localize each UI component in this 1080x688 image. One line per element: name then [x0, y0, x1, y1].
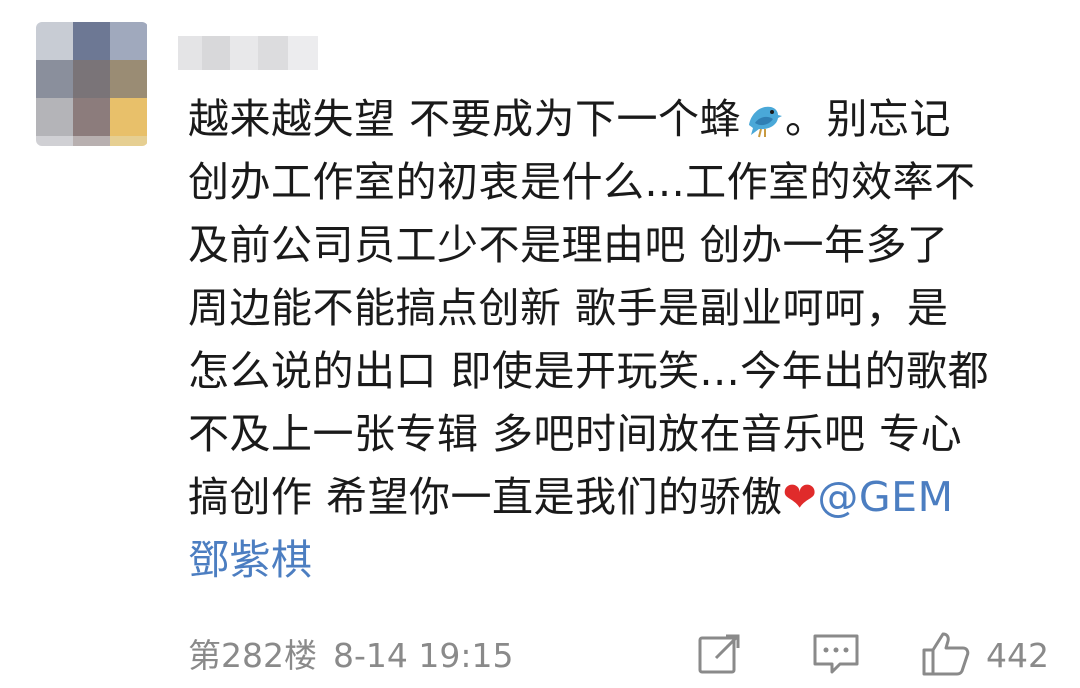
mention-link-continued[interactable]: 鄧紫棋: [188, 529, 1048, 592]
comment-line: 及前公司员工少不是理由吧 创办一年多了: [188, 221, 949, 269]
comment-line: 怎么说的出口 即使是开玩笑...今年出的歌都: [188, 347, 990, 395]
heart-emoji-icon: ❤: [782, 473, 818, 521]
comment-line: 不及上一张专辑 多吧时间放在音乐吧 专心: [188, 410, 963, 458]
comment-actions: 442: [690, 628, 1060, 680]
username-blurred[interactable]: [178, 36, 328, 70]
comment-meta: 第282楼 8-14 19:15: [188, 636, 514, 676]
bird-emoji-icon: [749, 106, 783, 138]
reply-comment-icon[interactable]: [810, 628, 862, 680]
share-icon[interactable]: [694, 628, 746, 680]
thumbs-up-icon[interactable]: [920, 628, 972, 680]
comment-line: 创办工作室的初衷是什么...工作室的效率不: [188, 158, 976, 206]
floor-number: 第282楼: [188, 636, 317, 675]
like-count: 442: [986, 636, 1049, 675]
comment-card: 越来越失望 不要成为下一个蜂 。别忘记 创办工作室的初衷是什么...工作室的效率…: [0, 0, 1080, 688]
avatar[interactable]: [36, 22, 148, 146]
timestamp: 8-14 19:15: [333, 636, 514, 675]
mention-link[interactable]: @GEM: [817, 473, 953, 521]
comment-line: 越来越失望 不要成为下一个蜂 。别忘记: [188, 95, 952, 143]
comment-text: 越来越失望 不要成为下一个蜂 。别忘记 创办工作室的初衷是什么...工作室的效率…: [188, 88, 1048, 592]
comment-line: 周边能不能搞点创新 歌手是副业呵呵，是: [188, 284, 949, 332]
comment-line: 搞创作 希望你一直是我们的骄傲❤@GEM: [188, 473, 954, 521]
